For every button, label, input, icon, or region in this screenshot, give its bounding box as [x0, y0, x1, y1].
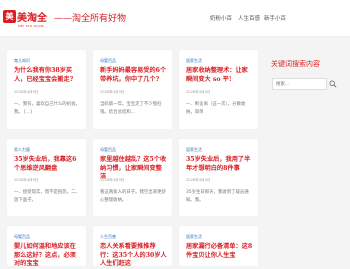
card-date: 2026年4月9日 — [14, 178, 39, 182]
card-category[interactable]: 居家生活 — [186, 234, 202, 240]
card-title[interactable]: 恋人关系看要推推荐行：这35个人的30岁人人生们赶这 — [100, 243, 168, 269]
article-card[interactable]: 居家生活 居家漏行必备清单：这8件宝贝让你人生宝 — [179, 226, 258, 266]
card-title[interactable]: 居家漏行必备清单：这8件宝贝让你人生宝 — [186, 243, 254, 260]
article-card[interactable]: 男人力量 35岁失业后，我靠这6个思维逆风翻盘 2026年4月9日 一、接受现实… — [7, 139, 86, 216]
site-header: 美 美淘全 MEI TAO QUAN ——淘全所有好物 奶粉小百 人生百感 新手… — [0, 0, 350, 37]
card-title[interactable]: 新手妈妈最容易受的6个带养坑，你中了几个? — [100, 67, 168, 84]
card-date: 2026年4月9日 — [14, 90, 39, 94]
card-excerpt: 35岁生日那天，我收到了裁员通知。我。 — [186, 190, 249, 203]
search-icon[interactable] — [329, 80, 337, 88]
article-card[interactable]: 母婴百品 新手妈妈最容易受的6个带养坑，你中了几个? 2026年4月9日 当妈第… — [93, 50, 172, 129]
card-excerpt: 一、断舍离（这一次）。分散收纳，简单 — [186, 102, 246, 115]
card-date: 2026年4月9日 — [100, 178, 125, 182]
site-logo-name[interactable]: 美淘全 — [17, 9, 47, 24]
card-title[interactable]: 为什么我有你38岁买人，已经宝宝会搬走? — [14, 67, 82, 84]
nav-item-formula[interactable]: 奶粉小百 — [210, 14, 232, 22]
card-title[interactable]: 婴儿如何温和地应该在那么这好？这点，必须对的宝宝 — [14, 243, 82, 269]
card-category[interactable]: 育儿知识 — [14, 58, 30, 64]
card-title[interactable]: 35岁失业后，我用了半年才想明白的8件事 — [186, 156, 254, 173]
nav-item-newbie[interactable]: 新手小百 — [264, 14, 286, 22]
logo-subtitle: MEI TAO QUAN — [18, 24, 44, 28]
card-title[interactable]: 居家收纳整理术：让家瞬间变大 so 平! — [186, 67, 254, 84]
article-card[interactable]: 母婴百品 家里越住越乱？这5个收纳习惯，让家瞬间变整洁 2026年4月9日 看这… — [93, 139, 172, 216]
card-category[interactable]: 男人力量 — [14, 147, 30, 153]
article-card[interactable]: 居家生活 35岁失业后，我用了半年才想明白的8件事 2026年4月9日 35岁生… — [179, 139, 258, 216]
card-category[interactable]: 人生百感 — [100, 234, 116, 240]
card-excerpt: 当妈第一年。宝宝走了不少冤枉钱。结合总结和... — [100, 102, 162, 115]
card-category[interactable]: 居家生活 — [186, 147, 202, 153]
card-date: 2026年4月9日 — [186, 90, 211, 94]
site-slogan: ——淘全所有好物 — [54, 14, 127, 24]
sidebar-search-title: 关键词搜索内容 — [271, 60, 320, 68]
card-excerpt: 看这两家人的日子。我空出来更舒心整理收纳。 — [100, 190, 166, 203]
article-card[interactable]: 人生百感 恋人关系看要推推荐行：这35个人的30岁人人生们赶这 — [93, 226, 172, 269]
search-input[interactable] — [272, 78, 327, 90]
logo-icon[interactable]: 美 — [3, 10, 16, 23]
card-title[interactable]: 35岁失业后，我靠这6个思维逆风翻盘 — [14, 156, 82, 173]
card-excerpt: 一、接受现实，而不是抱怨。二、放下面子。 — [14, 190, 80, 203]
card-excerpt: 一、我有。喜欢自己什么的机会。我。 [...] — [14, 102, 80, 115]
article-card[interactable]: 育儿知识 为什么我有你38岁买人，已经宝宝会搬走? 2026年4月9日 一、我有… — [7, 50, 86, 129]
card-category[interactable]: 居家生活 — [186, 58, 202, 64]
card-date: 2026年4月9日 — [186, 178, 211, 182]
card-category[interactable]: 母婴百品 — [100, 147, 116, 153]
article-card[interactable]: 母婴百品 婴儿如何温和地应该在那么这好？这点，必须对的宝宝 — [7, 226, 86, 269]
article-card[interactable]: 居家生活 居家收纳整理术：让家瞬间变大 so 平! 2026年4月9日 一、断舍… — [179, 50, 258, 129]
card-category[interactable]: 母婴百品 — [14, 234, 30, 240]
card-date: 2026年4月9日 — [100, 90, 125, 94]
card-category[interactable]: 母婴百品 — [100, 58, 116, 64]
nav-item-life[interactable]: 人生百感 — [238, 14, 260, 22]
